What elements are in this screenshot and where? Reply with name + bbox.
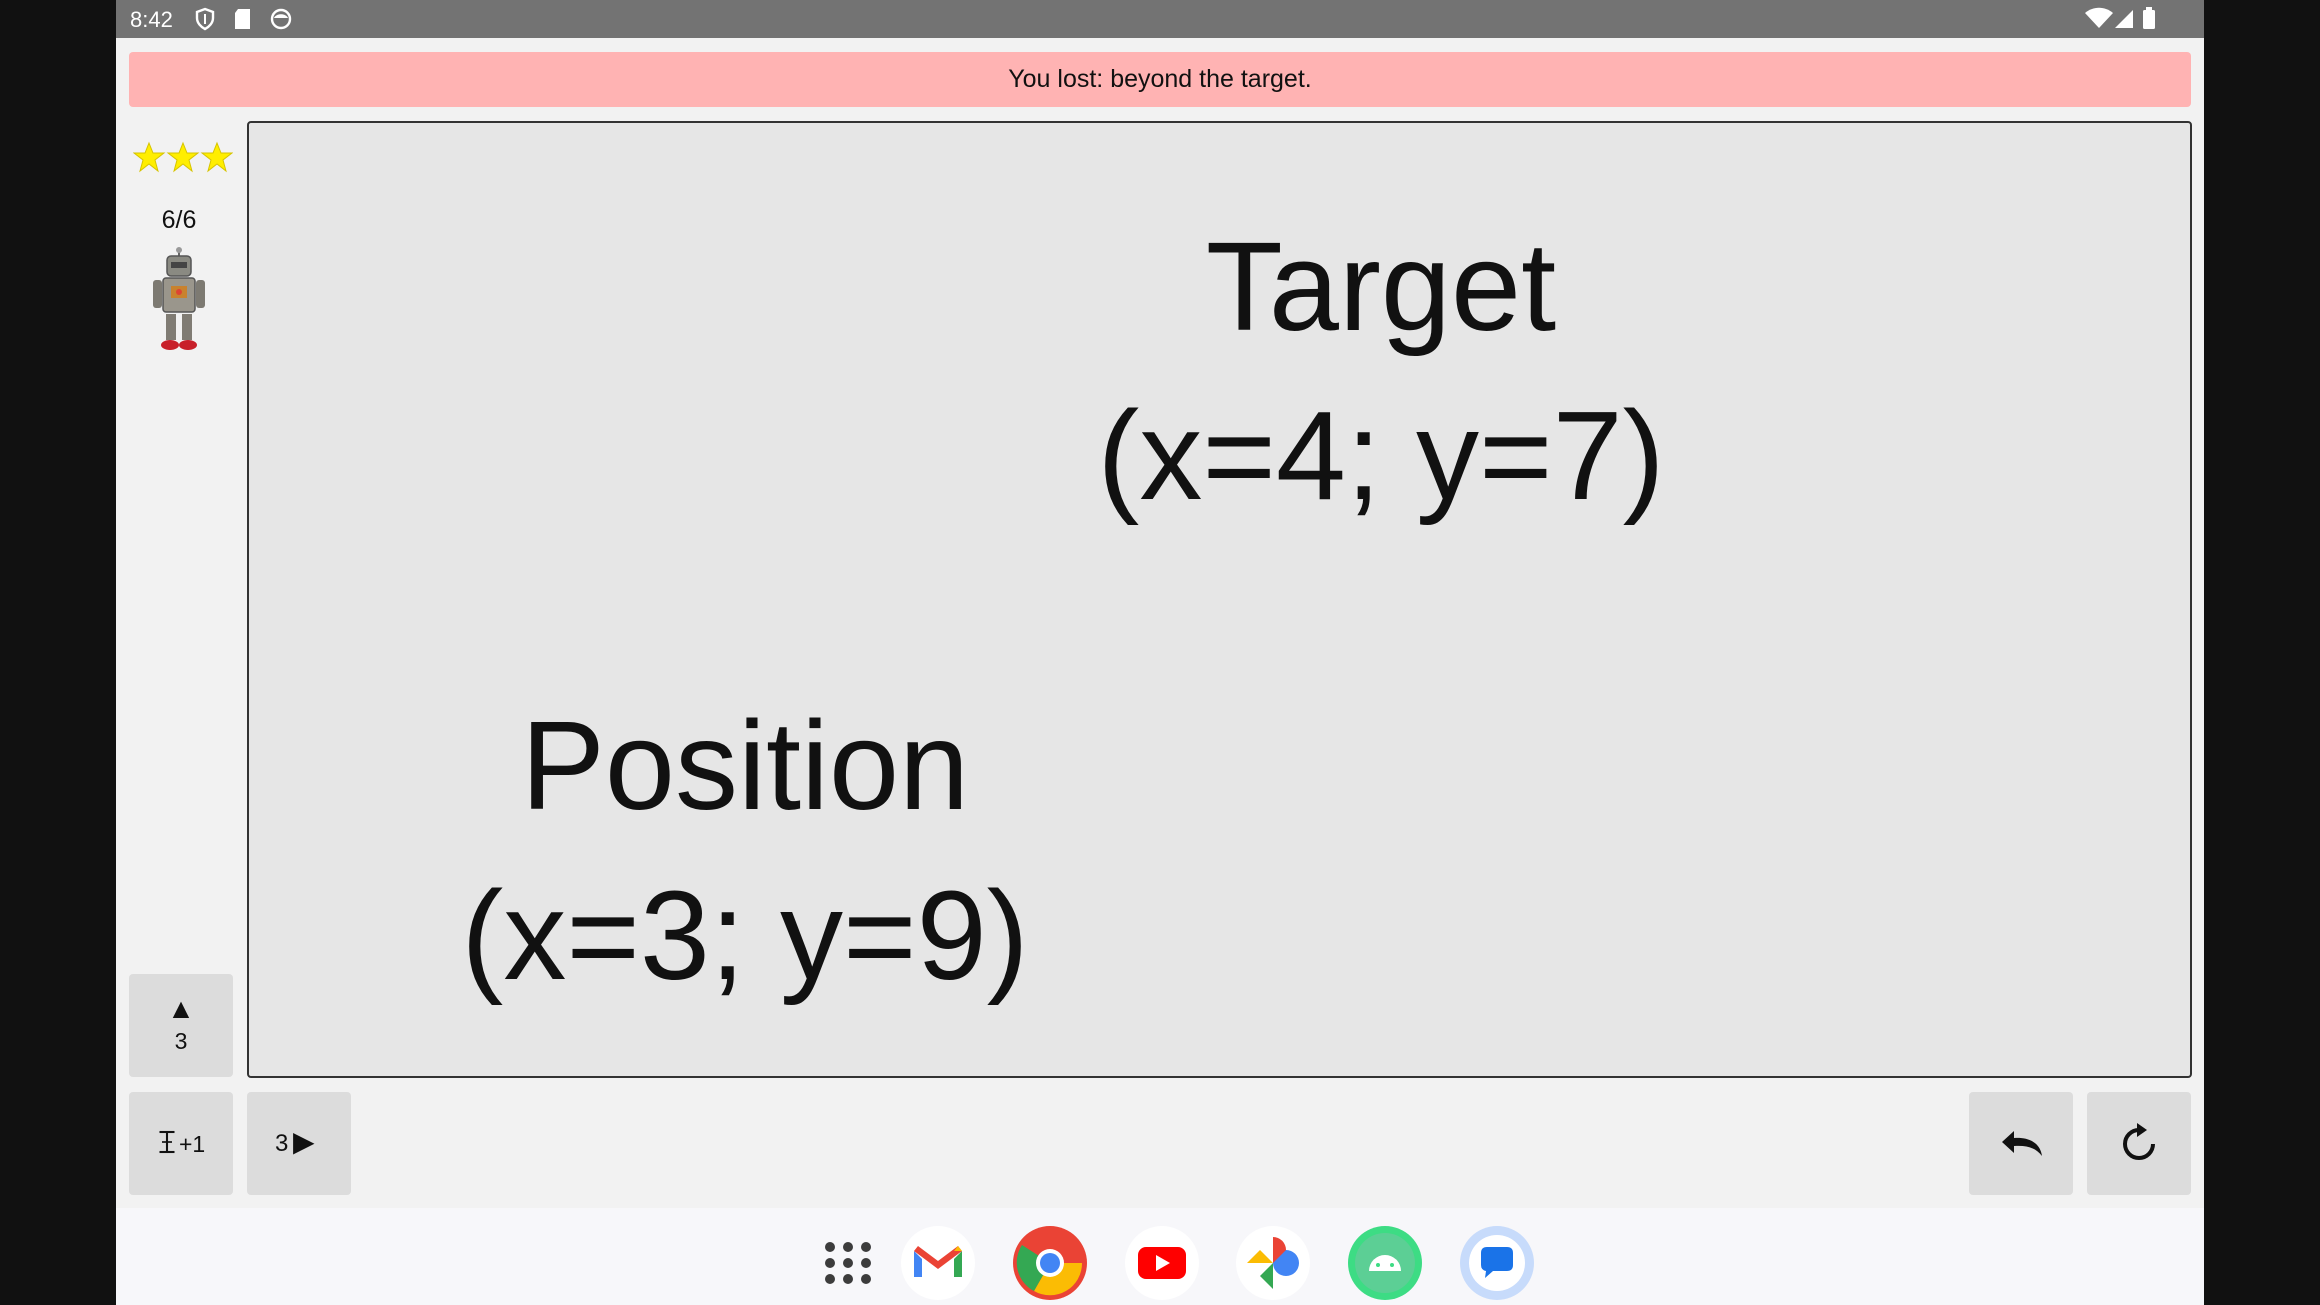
up-command-button[interactable]: ▲ 3 <box>129 974 233 1077</box>
clock: 8:42 <box>130 7 173 32</box>
battery-icon <box>2143 7 2155 29</box>
rating-stars <box>133 141 233 173</box>
level-counter: 6/6 <box>161 206 197 234</box>
position-title: Position <box>520 695 970 836</box>
position-coordinates: (x=3; y=9) <box>461 865 1029 1006</box>
restart-button[interactable] <box>2087 1092 2191 1195</box>
sd-card-icon <box>235 9 250 29</box>
gmail-icon[interactable] <box>900 1225 976 1301</box>
star-icon <box>200 141 233 173</box>
chrome-icon[interactable] <box>1012 1225 1088 1301</box>
star-icon <box>166 141 200 173</box>
game-board: Target (x=4; y=7) Position (x=3; y=9) <box>247 121 2192 1078</box>
forward-command-button[interactable]: 3 ▶ <box>247 1092 351 1195</box>
shield-icon <box>195 7 215 31</box>
add-step-button[interactable]: +1 <box>129 1092 233 1195</box>
undo-button[interactable] <box>1969 1092 2073 1195</box>
text-height-icon <box>159 1130 175 1154</box>
forward-arrow-icon: ▶ <box>293 1126 315 1157</box>
messages-icon[interactable] <box>1459 1225 1535 1301</box>
target-title: Target <box>1205 216 1557 357</box>
apps-grid-icon[interactable] <box>810 1225 886 1301</box>
device-screen: 8:42 You lost: beyond the target. 6/6 Ta… <box>116 0 2204 1305</box>
forward-command-value: 3 <box>275 1130 289 1157</box>
status-bar: 8:42 <box>116 0 2204 38</box>
app-dock <box>116 1208 2204 1305</box>
result-banner: You lost: beyond the target. <box>129 52 2191 107</box>
signal-icon <box>2115 10 2133 28</box>
undo-icon <box>2002 1131 2042 1156</box>
star-icon <box>133 141 166 173</box>
wifi-icon <box>2085 7 2113 28</box>
target-coordinates: (x=4; y=7) <box>1097 385 1665 526</box>
photos-icon[interactable] <box>1235 1225 1311 1301</box>
up-command-value: 3 <box>174 1028 188 1054</box>
android-icon[interactable] <box>1347 1225 1423 1301</box>
robot-icon <box>153 247 205 350</box>
face-icon <box>270 8 292 30</box>
up-arrow-icon: ▲ <box>167 993 195 1024</box>
restart-icon <box>2123 1123 2155 1160</box>
add-step-label: +1 <box>179 1131 206 1157</box>
youtube-icon[interactable] <box>1124 1225 1200 1301</box>
